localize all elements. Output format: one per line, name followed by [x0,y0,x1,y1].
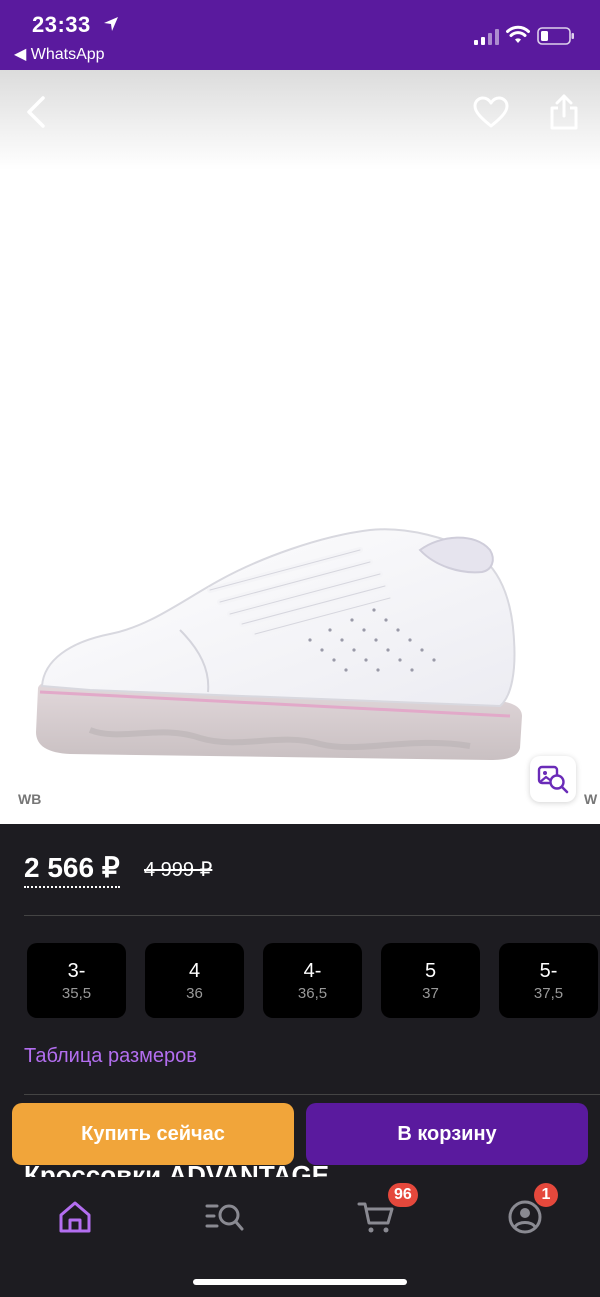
image-search-icon [537,765,569,794]
home-icon [59,1201,91,1233]
size-ru: 5 [424,959,437,982]
size-ru: 4- [303,959,322,982]
back-button[interactable] [14,90,58,134]
size-selector: 3- 35,5 4 36 4- 36,5 5 37 5- 37,5 [27,943,598,1018]
signal-icon [474,29,499,45]
watermark-right: W [584,791,598,807]
size-option[interactable]: 5 37 [381,943,480,1018]
size-eu: 36,5 [297,984,328,1002]
location-arrow-icon [104,17,118,31]
watermark-left: WB [18,791,42,807]
size-eu: 37,5 [533,984,564,1002]
size-option[interactable]: 4- 36,5 [263,943,362,1018]
battery-icon [537,27,574,45]
share-icon [550,94,578,130]
old-price: 4 999 ₽ [144,859,213,881]
heart-icon [473,96,509,128]
buy-now-button[interactable]: Купить сейчас [12,1103,294,1165]
share-button[interactable] [542,90,586,134]
status-bar: 23:33 ◀ WhatsApp [0,0,600,70]
current-price[interactable]: 2 566 ₽ [24,852,120,888]
add-to-cart-button[interactable]: В корзину [306,1103,588,1165]
divider [24,1094,600,1095]
cart-count-badge: 96 [388,1183,418,1207]
size-ru: 4 [188,959,201,982]
wifi-icon [506,25,530,43]
cart-icon [357,1202,394,1233]
size-option[interactable]: 3- 35,5 [27,943,126,1018]
size-eu: 35,5 [61,984,92,1002]
image-search-button[interactable] [530,756,576,802]
home-indicator [193,1279,407,1285]
size-ru: 3- [67,959,86,982]
size-eu: 36 [186,984,203,1002]
size-option[interactable]: 5- 37,5 [499,943,598,1018]
product-shoe-image [36,528,522,760]
catalog-search-icon [205,1204,244,1231]
back-to-app-link[interactable]: ◀ WhatsApp [14,44,105,64]
tab-home[interactable] [51,1193,99,1241]
divider [24,915,600,916]
size-option[interactable]: 4 36 [145,943,244,1018]
profile-notification-badge: 1 [534,1183,558,1207]
size-ru: 5- [539,959,558,982]
product-gallery[interactable]: WB W [0,70,600,824]
tab-catalog[interactable] [201,1193,249,1241]
size-eu: 37 [422,984,439,1002]
back-chevron-icon [27,96,45,128]
favorite-button[interactable] [469,90,513,134]
size-table-link[interactable]: Таблица размеров [24,1045,197,1068]
status-time: 23:33 [32,12,91,37]
